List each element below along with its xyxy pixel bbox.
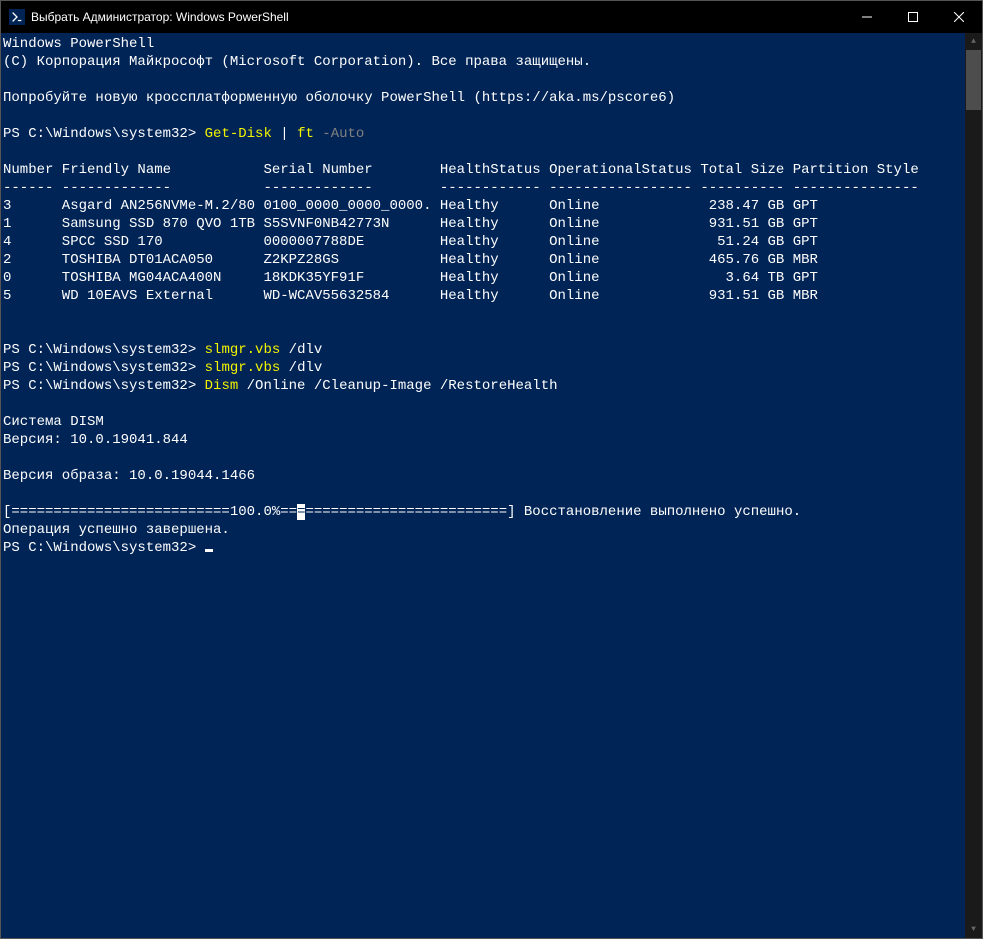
scrollbar[interactable]: ▲ ▼ xyxy=(965,33,982,938)
close-button[interactable] xyxy=(936,1,982,33)
powershell-icon xyxy=(9,9,25,25)
terminal-area: Windows PowerShell (C) Корпорация Майкро… xyxy=(1,33,982,938)
maximize-button[interactable] xyxy=(890,1,936,33)
terminal-content[interactable]: Windows PowerShell (C) Корпорация Майкро… xyxy=(1,33,965,938)
scroll-down-icon[interactable]: ▼ xyxy=(965,921,982,938)
window-controls xyxy=(844,1,982,33)
scroll-up-icon[interactable]: ▲ xyxy=(965,33,982,50)
powershell-window: Выбрать Администратор: Windows PowerShel… xyxy=(0,0,983,939)
minimize-button[interactable] xyxy=(844,1,890,33)
scrollbar-thumb[interactable] xyxy=(966,50,981,110)
window-title: Выбрать Администратор: Windows PowerShel… xyxy=(31,10,844,24)
titlebar[interactable]: Выбрать Администратор: Windows PowerShel… xyxy=(1,1,982,33)
